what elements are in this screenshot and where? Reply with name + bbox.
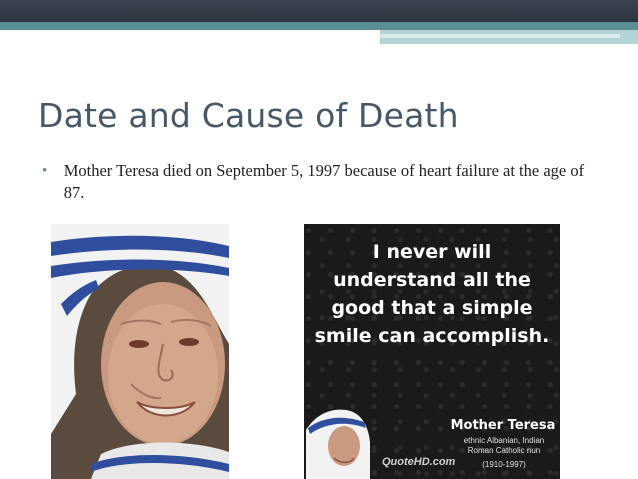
quote-site-credit: QuoteHD.com — [382, 456, 456, 468]
quote-portrait-thumbnail — [306, 409, 370, 479]
quote-text: I never will understand all the good tha… — [314, 241, 550, 347]
portrait-illustration — [51, 224, 229, 479]
quote-author-description: ethnic Albanian, Indian Roman Catholic n… — [463, 436, 545, 455]
quote-author-dates: (1910-1997) — [482, 460, 526, 469]
slide-accent-band — [0, 22, 638, 30]
quote-card: I never will understand all the good tha… — [304, 224, 560, 479]
portrait-photo — [51, 224, 229, 479]
quote-author: Mother Teresa — [450, 418, 556, 433]
bullet-icon: • — [42, 163, 48, 179]
bullet-item: • Mother Teresa died on September 5, 199… — [42, 160, 602, 204]
bullet-text: Mother Teresa died on September 5, 1997 … — [63, 161, 585, 202]
bullet-list: • Mother Teresa died on September 5, 199… — [42, 160, 602, 204]
slide-accent-highlight — [380, 34, 620, 38]
slide-header-bar — [0, 0, 638, 22]
slide-title: Date and Cause of Death — [38, 96, 459, 135]
